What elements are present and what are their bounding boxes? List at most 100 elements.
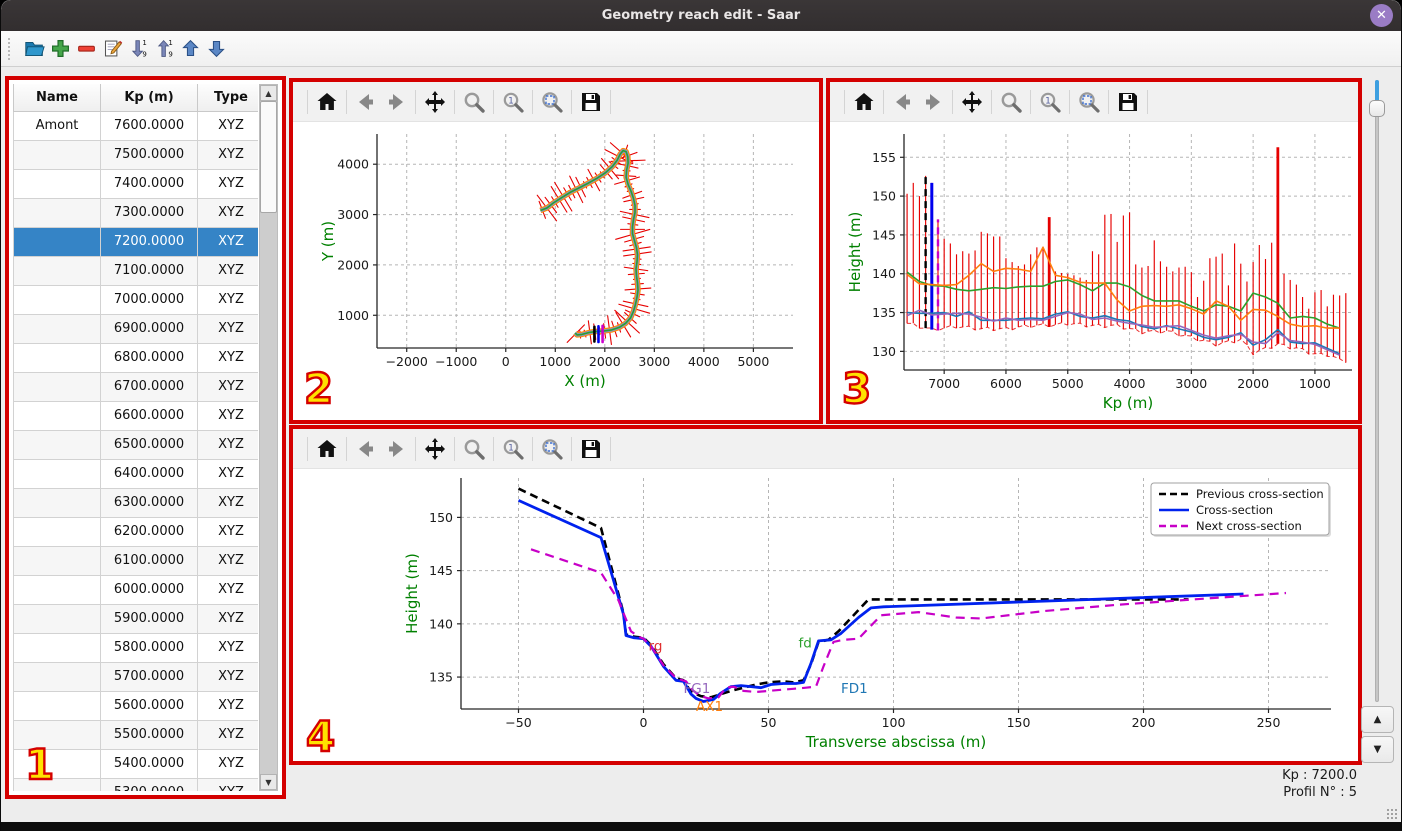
table-cell[interactable]: 6500.0000	[100, 429, 198, 460]
table-cell[interactable]: Amont	[13, 110, 101, 141]
table-cell[interactable]: XYZ	[197, 110, 258, 141]
table-row[interactable]: 7400.0000 XYZ	[13, 168, 258, 199]
table-cell[interactable]: 7300.0000	[100, 197, 198, 228]
table-cell[interactable]: XYZ	[197, 371, 258, 402]
table-cell[interactable]: XYZ	[197, 516, 258, 547]
table-cell[interactable]	[13, 139, 101, 170]
table-row[interactable]: 6600.0000 XYZ	[13, 400, 258, 431]
table-cell[interactable]: XYZ	[197, 777, 258, 791]
zoom-region-button[interactable]: 1	[1035, 87, 1065, 117]
table-cell[interactable]: 6700.0000	[100, 371, 198, 402]
table-row[interactable]: 5900.0000 XYZ	[13, 603, 258, 634]
move-up-button[interactable]	[178, 37, 202, 61]
scroll-down-button[interactable]: ▼	[260, 774, 277, 790]
sort-descending-button[interactable]: 19	[126, 37, 150, 61]
back-button[interactable]	[351, 87, 381, 117]
table-cell[interactable]	[13, 458, 101, 489]
home-button[interactable]	[849, 87, 879, 117]
table-cell[interactable]: 7400.0000	[100, 168, 198, 199]
table-row[interactable]: 6300.0000 XYZ	[13, 487, 258, 518]
table-cell[interactable]: XYZ	[197, 429, 258, 460]
table-cell[interactable]	[13, 690, 101, 721]
table-cell[interactable]: 6800.0000	[100, 342, 198, 373]
table-cell[interactable]: XYZ	[197, 226, 258, 257]
zoom-fit-button[interactable]	[537, 434, 567, 464]
table-cell[interactable]: 5800.0000	[100, 632, 198, 663]
remove-button[interactable]	[74, 37, 98, 61]
zoom-fit-button[interactable]	[1074, 87, 1104, 117]
table-cell[interactable]	[13, 545, 101, 576]
close-button[interactable]: ✕	[1370, 4, 1393, 27]
table-cell[interactable]: 5500.0000	[100, 719, 198, 750]
move-down-button[interactable]	[204, 37, 228, 61]
slider-track[interactable]	[1375, 80, 1379, 702]
back-button[interactable]	[351, 434, 381, 464]
table-cell[interactable]	[13, 603, 101, 634]
table-cell[interactable]	[13, 661, 101, 692]
profile-down-button[interactable]: ▼	[1361, 736, 1394, 763]
zoom-button[interactable]	[996, 87, 1026, 117]
zoom-button[interactable]	[459, 87, 489, 117]
forward-button[interactable]	[381, 434, 411, 464]
table-cell[interactable]	[13, 632, 101, 663]
open-folder-button[interactable]	[22, 37, 46, 61]
table-cell[interactable]	[13, 342, 101, 373]
table-cell[interactable]: 6600.0000	[100, 400, 198, 431]
scrollbar-thumb[interactable]	[260, 101, 277, 213]
header-kp[interactable]: Kp (m)	[100, 84, 198, 112]
table-cell[interactable]: 5700.0000	[100, 661, 198, 692]
zoom-region-button[interactable]: 1	[498, 87, 528, 117]
table-row[interactable]: 6100.0000 XYZ	[13, 545, 258, 576]
slider-handle[interactable]	[1369, 100, 1385, 117]
long-profile-chart[interactable]: 7000 6000 5000 4000 3000 2000 1000 130 135 140 145…	[830, 122, 1358, 416]
table-row[interactable]: 6200.0000 XYZ	[13, 516, 258, 547]
sort-ascending-button[interactable]: 19	[152, 37, 176, 61]
table-cell[interactable]: XYZ	[197, 458, 258, 489]
table-scrollbar[interactable]: ▲ ▼	[259, 84, 278, 791]
table-row[interactable]: 7100.0000 XYZ	[13, 255, 258, 286]
scroll-up-button[interactable]: ▲	[260, 85, 277, 101]
pan-button[interactable]	[420, 434, 450, 464]
table-cell[interactable]	[13, 313, 101, 344]
table-cell[interactable]: XYZ	[197, 545, 258, 576]
table-cell[interactable]: XYZ	[197, 487, 258, 518]
zoom-fit-button[interactable]	[537, 87, 567, 117]
back-button[interactable]	[888, 87, 918, 117]
table-cell[interactable]: XYZ	[197, 748, 258, 779]
table-row[interactable]: 6000.0000 XYZ	[13, 574, 258, 605]
table-cell[interactable]	[13, 197, 101, 228]
table-cell[interactable]: 7500.0000	[100, 139, 198, 170]
table-cell[interactable]: XYZ	[197, 690, 258, 721]
table-cell[interactable]	[13, 429, 101, 460]
table-cell[interactable]: 7100.0000	[100, 255, 198, 286]
header-name[interactable]: Name	[13, 84, 101, 112]
resize-grip[interactable]	[1386, 808, 1398, 820]
profile-up-button[interactable]: ▲	[1361, 706, 1394, 733]
table-cell[interactable]	[13, 168, 101, 199]
plan-view-chart[interactable]: −2000 −1000 0 1000 2000 3000 4000 5000 1000 2000 3…	[293, 122, 819, 416]
edit-button[interactable]	[100, 37, 124, 61]
table-row[interactable]: 6800.0000 XYZ	[13, 342, 258, 373]
zoom-button[interactable]	[459, 434, 489, 464]
table-cell[interactable]: XYZ	[197, 400, 258, 431]
profile-slider[interactable]	[1369, 80, 1385, 702]
add-button[interactable]	[48, 37, 72, 61]
toolbar-grip[interactable]	[8, 37, 13, 60]
table-cell[interactable]: 5400.0000	[100, 748, 198, 779]
table-cell[interactable]	[13, 487, 101, 518]
table-cell[interactable]: XYZ	[197, 139, 258, 170]
table-cell[interactable]	[13, 371, 101, 402]
table-row[interactable]: 6400.0000 XYZ	[13, 458, 258, 489]
table-cell[interactable]: 7600.0000	[100, 110, 198, 141]
table-cell[interactable]: 5600.0000	[100, 690, 198, 721]
table-row[interactable]: 5600.0000 XYZ	[13, 690, 258, 721]
table-cell[interactable]: XYZ	[197, 719, 258, 750]
pan-button[interactable]	[957, 87, 987, 117]
table-cell[interactable]: 6200.0000	[100, 516, 198, 547]
table-cell[interactable]: 6400.0000	[100, 458, 198, 489]
table-cell[interactable]: 6900.0000	[100, 313, 198, 344]
table-cell[interactable]	[13, 226, 101, 257]
forward-button[interactable]	[381, 87, 411, 117]
table-row[interactable]: 5800.0000 XYZ	[13, 632, 258, 663]
save-button[interactable]	[576, 87, 606, 117]
